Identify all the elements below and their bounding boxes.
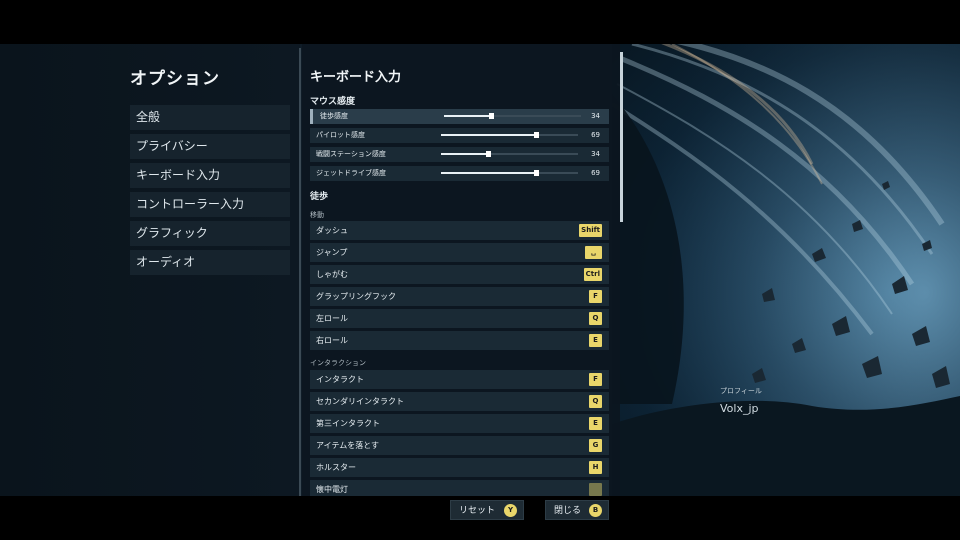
keybind-label: ダッシュ bbox=[316, 226, 348, 235]
slider-track[interactable] bbox=[441, 151, 578, 157]
mouse-sensitivity-heading: マウス感度 bbox=[310, 97, 356, 107]
keybind-label: 右ロール bbox=[316, 336, 348, 345]
close-button-label: 閉じる bbox=[554, 506, 582, 516]
slider-knob[interactable] bbox=[534, 170, 539, 176]
slider-value: 69 bbox=[591, 131, 600, 139]
key-e-icon[interactable]: E bbox=[589, 334, 602, 347]
keyboard-settings-panel: キーボード入力 マウス感度 徒歩感度 34 パイロット感度 69 戦闘ステーショ… bbox=[302, 44, 620, 496]
sidebar-item-audio[interactable]: オーディオ bbox=[130, 250, 290, 275]
keybind-grappling-hook[interactable]: グラップリングフック F bbox=[310, 287, 609, 306]
keybind-label: セカンダリインタラクト bbox=[316, 397, 404, 406]
keybind-flashlight[interactable]: 懐中電灯 bbox=[310, 480, 609, 496]
keybind-label: グラップリングフック bbox=[316, 292, 396, 301]
page-title: オプション bbox=[130, 69, 220, 89]
sidebar-item-graphics[interactable]: グラフィック bbox=[130, 221, 290, 246]
slider-label: ジェットドライブ感度 bbox=[316, 169, 386, 177]
key-f-icon[interactable]: F bbox=[589, 290, 602, 303]
slider-knob[interactable] bbox=[489, 113, 494, 119]
close-button[interactable]: 閉じる B bbox=[545, 500, 609, 520]
key-q-icon[interactable]: Q bbox=[589, 395, 602, 408]
slider-label: 徒歩感度 bbox=[320, 112, 348, 120]
slider-fill bbox=[441, 153, 488, 155]
keybind-label: アイテムを落とす bbox=[316, 441, 379, 450]
keybind-roll-left[interactable]: 左ロール Q bbox=[310, 309, 609, 328]
letterbox-top bbox=[0, 0, 960, 44]
keybind-drop-item[interactable]: アイテムを落とす G bbox=[310, 436, 609, 455]
sidebar-item-privacy[interactable]: プライバシー bbox=[130, 134, 290, 159]
slider-label: 戦闘ステーション感度 bbox=[316, 150, 386, 158]
content-scrollbar[interactable] bbox=[620, 52, 623, 222]
y-button-icon: Y bbox=[504, 504, 517, 517]
slider-track[interactable] bbox=[444, 113, 581, 119]
slider-value: 69 bbox=[591, 169, 600, 177]
slider-walk-sensitivity[interactable]: 徒歩感度 34 bbox=[310, 109, 609, 124]
keybind-dash[interactable]: ダッシュ Shift bbox=[310, 221, 609, 240]
keybind-tertiary-interact[interactable]: 第三インタラクト E bbox=[310, 414, 609, 433]
slider-label: パイロット感度 bbox=[316, 131, 365, 139]
slider-pilot-sensitivity[interactable]: パイロット感度 69 bbox=[310, 128, 609, 143]
category-sidebar: オプション 全般 プライバシー キーボード入力 コントローラー入力 グラフィック… bbox=[0, 44, 300, 496]
keybind-crouch[interactable]: しゃがむ Ctrl bbox=[310, 265, 609, 284]
key-f-icon[interactable]: F bbox=[589, 373, 602, 386]
slider-value: 34 bbox=[591, 150, 600, 158]
keybind-roll-right[interactable]: 右ロール E bbox=[310, 331, 609, 350]
slider-jetdrive-sensitivity[interactable]: ジェットドライブ感度 69 bbox=[310, 166, 609, 181]
slider-knob[interactable] bbox=[534, 132, 539, 138]
slider-fill bbox=[441, 134, 536, 136]
profile-name: Volx_jp bbox=[720, 402, 759, 415]
keybind-jump[interactable]: ジャンプ ␣ bbox=[310, 243, 609, 262]
interaction-heading: インタラクション bbox=[310, 359, 366, 367]
slider-combat-station-sensitivity[interactable]: 戦闘ステーション感度 34 bbox=[310, 147, 609, 162]
key-shift-icon[interactable]: Shift bbox=[579, 224, 602, 237]
reset-button[interactable]: リセット Y bbox=[450, 500, 524, 520]
slider-value: 34 bbox=[591, 112, 600, 120]
reset-button-label: リセット bbox=[459, 506, 496, 516]
movement-heading: 移動 bbox=[310, 211, 324, 219]
panel-divider bbox=[299, 48, 301, 496]
key-space-icon[interactable]: ␣ bbox=[585, 246, 602, 259]
section-title: キーボード入力 bbox=[310, 70, 402, 85]
key-icon[interactable] bbox=[589, 483, 602, 496]
slider-knob[interactable] bbox=[486, 151, 491, 157]
key-q-icon[interactable]: Q bbox=[589, 312, 602, 325]
keybind-label: インタラクト bbox=[316, 375, 364, 384]
slider-fill bbox=[444, 115, 491, 117]
sidebar-item-general[interactable]: 全般 bbox=[130, 105, 290, 130]
planet-backdrop bbox=[612, 44, 960, 496]
keybind-label: しゃがむ bbox=[316, 270, 348, 279]
key-g-icon[interactable]: G bbox=[589, 439, 602, 452]
key-ctrl-icon[interactable]: Ctrl bbox=[583, 268, 602, 281]
planet-ring-art bbox=[612, 44, 960, 496]
profile-label: プロフィール bbox=[720, 387, 762, 395]
keybind-holster[interactable]: ホルスター H bbox=[310, 458, 609, 477]
slider-track[interactable] bbox=[441, 132, 578, 138]
keybind-label: ジャンプ bbox=[316, 248, 348, 257]
keybind-interact[interactable]: インタラクト F bbox=[310, 370, 609, 389]
sidebar-item-controller[interactable]: コントローラー入力 bbox=[130, 192, 290, 217]
keybind-label: 懐中電灯 bbox=[316, 485, 348, 494]
slider-track[interactable] bbox=[441, 170, 578, 176]
b-button-icon: B bbox=[589, 504, 602, 517]
category-menu: 全般 プライバシー キーボード入力 コントローラー入力 グラフィック オーディオ bbox=[130, 105, 290, 279]
slider-fill bbox=[441, 172, 536, 174]
keybind-label: 左ロール bbox=[316, 314, 348, 323]
sidebar-item-keyboard[interactable]: キーボード入力 bbox=[130, 163, 290, 188]
key-e-icon[interactable]: E bbox=[589, 417, 602, 430]
keybind-label: 第三インタラクト bbox=[316, 419, 380, 428]
walk-heading: 徒歩 bbox=[310, 192, 329, 202]
keybind-secondary-interact[interactable]: セカンダリインタラクト Q bbox=[310, 392, 609, 411]
keybind-label: ホルスター bbox=[316, 463, 356, 472]
options-screen: オプション 全般 プライバシー キーボード入力 コントローラー入力 グラフィック… bbox=[0, 44, 960, 496]
key-h-icon[interactable]: H bbox=[589, 461, 602, 474]
